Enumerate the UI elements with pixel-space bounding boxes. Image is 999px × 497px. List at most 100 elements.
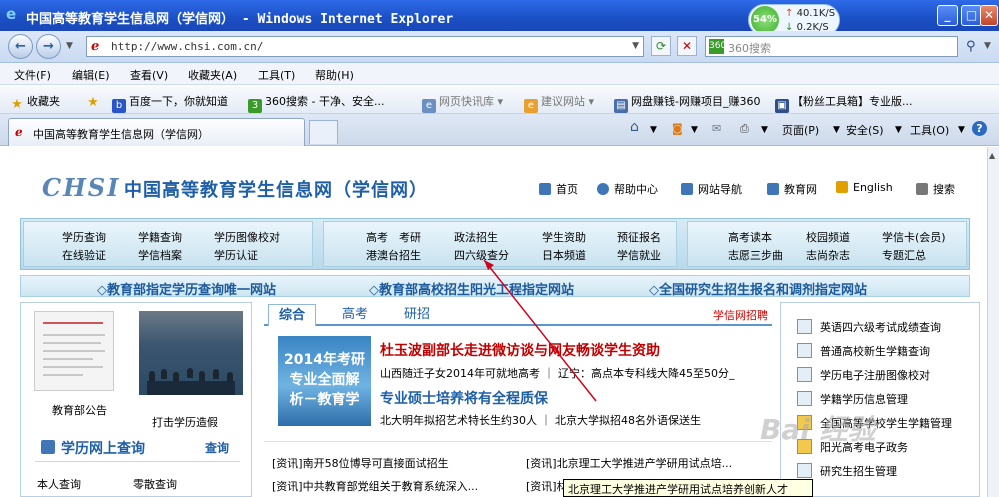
tools-dropdown-icon[interactable]: ▼ xyxy=(958,125,965,135)
toplink-home[interactable]: 首页 xyxy=(539,181,578,197)
page-dropdown-icon[interactable]: ▼ xyxy=(833,125,840,135)
news-item[interactable]: [资讯]南开58位博导可直接面试招生 xyxy=(272,455,449,471)
address-field[interactable]: ℯ http://www.chsi.com.cn/ ▼ xyxy=(86,36,644,57)
service-grad-admission[interactable]: 研究生招生管理 xyxy=(797,463,897,479)
nav-gaokao-reader[interactable]: 高考读本 xyxy=(728,229,772,245)
nav-student-aid[interactable]: 学生资助 xyxy=(542,229,586,245)
close-button[interactable]: ✕ xyxy=(980,5,998,26)
search-button-icon[interactable]: ⚲ xyxy=(966,39,976,54)
menu-file[interactable]: 文件(F) xyxy=(14,67,51,83)
nav-employment[interactable]: 学信就业 xyxy=(617,247,661,263)
nav-archive[interactable]: 学信档案 xyxy=(138,247,182,263)
safety-dropdown-icon[interactable]: ▼ xyxy=(895,125,902,135)
fav-360search[interactable]: 3 360搜索 - 干净、安全... xyxy=(248,93,384,113)
toplink-search[interactable]: 搜索 xyxy=(916,181,955,197)
nav-campus-channel[interactable]: 校园频道 xyxy=(806,229,850,245)
nav-hk-macao-tw[interactable]: 港澳台招生 xyxy=(366,247,421,263)
bulk-query-link[interactable]: 零散查询 xyxy=(133,476,177,492)
back-button[interactable]: ← xyxy=(8,34,33,59)
home-icon[interactable]: ⌂ xyxy=(630,119,639,135)
tab-yanzhao[interactable]: 研招 xyxy=(394,304,440,326)
stop-icon[interactable]: ✕ xyxy=(677,36,697,56)
nav-image-check[interactable]: 学历图像校对 xyxy=(214,229,280,245)
service-cet-score[interactable]: 英语四六级考试成绩查询 xyxy=(797,319,941,335)
minimize-button[interactable]: _ xyxy=(937,5,958,26)
feeds-icon[interactable]: ◙ xyxy=(672,122,683,135)
self-query-link[interactable]: 本人查询 xyxy=(37,476,81,492)
tab-general[interactable]: 综合 xyxy=(268,304,317,326)
slogan-1[interactable]: ◇教育部指定学历查询唯一网站 xyxy=(97,279,276,298)
fav-baidu[interactable]: b 百度一下，你就知道 xyxy=(112,93,228,113)
service-record-mgmt[interactable]: 学籍学历信息管理 xyxy=(797,391,908,407)
menu-favorites[interactable]: 收藏夹(A) xyxy=(188,67,237,83)
new-tab-button[interactable] xyxy=(309,120,338,144)
nav-topics[interactable]: 专题汇总 xyxy=(882,247,926,263)
chsi-logo[interactable]: CHSI xyxy=(42,173,120,202)
headline-2[interactable]: 专业硕士培养将有全程质保 xyxy=(380,388,548,408)
home-dropdown-icon[interactable]: ▼ xyxy=(650,125,657,135)
service-freshman-status[interactable]: 普通高校新生学籍查询 xyxy=(797,343,930,359)
nav-pre-enlist[interactable]: 预征报名 xyxy=(617,229,661,245)
address-dropdown-icon[interactable]: ▼ xyxy=(632,41,639,51)
scroll-up-icon[interactable]: ▲ xyxy=(989,151,995,160)
news-item[interactable]: [资讯]北京理工大学推进产学研用试点培... xyxy=(526,455,732,471)
anti-fraud-photo[interactable] xyxy=(139,311,243,395)
toplink-english[interactable]: English xyxy=(836,181,893,194)
menu-help[interactable]: 帮助(H) xyxy=(315,67,354,83)
search-options-icon[interactable]: ▼ xyxy=(984,41,991,51)
subnews-2[interactable]: 北大明年拟招艺术特长生约30人 ｜ 北京大学拟招48名外语保送生 xyxy=(380,412,701,428)
tools-menu[interactable]: 工具(O) xyxy=(910,122,949,138)
nav-cet-score[interactable]: 四六级查分 xyxy=(454,247,509,263)
tab-gaokao[interactable]: 高考 xyxy=(332,304,378,326)
menu-view[interactable]: 查看(V) xyxy=(130,67,168,83)
recruit-link[interactable]: 学信网招聘 xyxy=(713,307,768,323)
subnews-1[interactable]: 山西随迁子女2014年可就地高考 ｜ 辽宁：高点本专科线大降45至50分_ xyxy=(380,365,734,381)
news-item[interactable]: [资讯]中共教育部党组关于教育系统深入... xyxy=(272,478,478,494)
mail-icon[interactable]: ✉ xyxy=(712,122,721,135)
search-input[interactable]: 360 360搜索 xyxy=(705,36,958,57)
nav-law-admission[interactable]: 政法招生 xyxy=(454,229,498,245)
menu-edit[interactable]: 编辑(E) xyxy=(72,67,110,83)
maximize-button[interactable]: □ xyxy=(961,5,982,26)
forward-button[interactable]: → xyxy=(36,34,61,59)
toplink-sitemap[interactable]: 网站导航 xyxy=(681,181,742,197)
vertical-scrollbar[interactable]: ▲ xyxy=(987,147,999,497)
nav-member-card[interactable]: 学信卡(会员) xyxy=(882,229,946,245)
nav-zhishang-magazine[interactable]: 志尚杂志 xyxy=(806,247,850,263)
slogan-2[interactable]: ◇教育部高校招生阳光工程指定网站 xyxy=(369,279,574,298)
announcement-image[interactable] xyxy=(34,311,114,391)
fav-fans-toolbox[interactable]: ▣ 【粉丝工具箱】专业版... xyxy=(775,93,913,113)
fav-web-slices[interactable]: e 网页快讯库 ▾ xyxy=(422,93,503,113)
site-name[interactable]: 中国高等教育学生信息网（学信网） xyxy=(124,176,428,202)
headline-1[interactable]: 杜玉波副部长走进微访谈与网友畅谈学生资助 xyxy=(380,340,660,360)
nav-status-query[interactable]: 学籍查询 xyxy=(138,229,182,245)
nav-online-verify[interactable]: 在线验证 xyxy=(62,247,106,263)
help-icon[interactable]: ? xyxy=(972,121,987,136)
slogan-3[interactable]: ◇全国研究生招生报名和调剂指定网站 xyxy=(649,279,867,298)
query-button[interactable]: 查询 xyxy=(205,439,229,456)
safety-menu[interactable]: 安全(S) xyxy=(846,122,884,138)
nav-certification[interactable]: 学历认证 xyxy=(214,247,258,263)
kaoyan-ad-banner[interactable]: 2014年考研 专业全面解 析－教育学 xyxy=(278,336,371,426)
page-menu[interactable]: 页面(P) xyxy=(782,122,819,138)
fav-suggested-sites[interactable]: e 建议网站 ▾ xyxy=(524,93,594,113)
toplink-edunet[interactable]: 教育网 xyxy=(767,181,817,197)
menu-tools[interactable]: 工具(T) xyxy=(258,67,295,83)
toplink-help[interactable]: 帮助中心 xyxy=(597,181,658,197)
nav-gaokao-kaoyan[interactable]: 高考 考研 xyxy=(366,229,421,245)
fav-wangpan[interactable]: ▤ 网盘赚钱-网赚项目_赚360 xyxy=(614,93,760,113)
print-dropdown-icon[interactable]: ▼ xyxy=(761,125,768,135)
browser-tab-active[interactable]: ℯ 中国高等教育学生信息网（学信网） xyxy=(8,118,305,146)
feeds-dropdown-icon[interactable]: ▼ xyxy=(691,125,698,135)
announcement-caption[interactable]: 教育部公告 xyxy=(52,402,107,418)
refresh-icon[interactable]: ⟳ xyxy=(651,36,671,56)
nav-three-steps[interactable]: 志愿三步曲 xyxy=(728,247,783,263)
nav-degree-query[interactable]: 学历查询 xyxy=(62,229,106,245)
add-favorite-icon[interactable]: ★ xyxy=(86,93,103,110)
service-image-check[interactable]: 学历电子注册图像校对 xyxy=(797,367,930,383)
print-icon[interactable]: ⎙ xyxy=(740,122,749,136)
favorites-button[interactable]: ★ 收藏夹 xyxy=(10,93,60,112)
anti-fraud-caption[interactable]: 打击学历造假 xyxy=(152,414,218,430)
nav-japan-channel[interactable]: 日本频道 xyxy=(542,247,586,263)
history-dropdown-icon[interactable]: ▼ xyxy=(66,41,73,51)
